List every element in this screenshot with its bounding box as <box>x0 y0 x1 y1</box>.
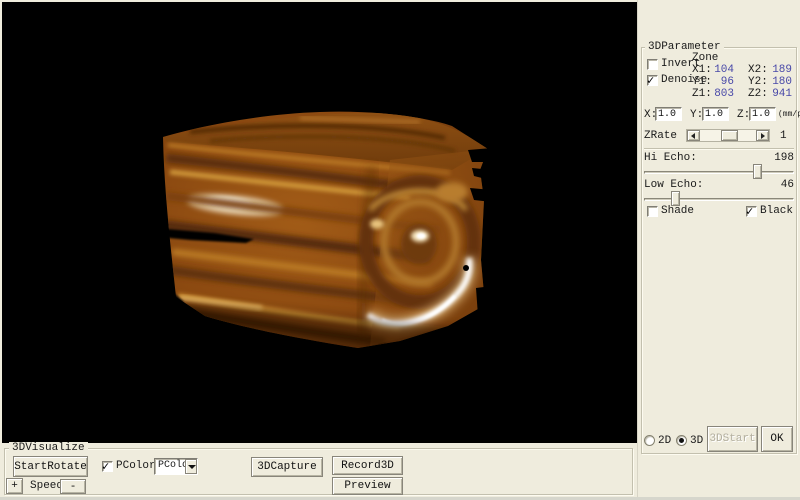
black-label: Black <box>760 205 793 217</box>
pcolor-dropdown-button[interactable] <box>185 459 197 474</box>
arrow-left-icon <box>691 133 695 139</box>
zrate-scrollbar[interactable] <box>686 129 770 142</box>
parameter-panel: 3DParameter Invert Denoise Zone X1: 104 … <box>637 0 800 500</box>
hi-echo-value: 198 <box>754 152 794 164</box>
scale-unit-label: (mm/p) <box>778 110 800 119</box>
application-window: 3DParameter Invert Denoise Zone X1: 104 … <box>0 0 800 500</box>
zrate-left-arrow-button[interactable] <box>687 130 700 141</box>
visualize-panel: 3DVisualize StartRotate + Speed - PColor… <box>0 443 637 497</box>
preview-button[interactable]: Preview <box>332 477 403 495</box>
low-echo-label: Low Echo: <box>644 179 703 191</box>
radio-2d-label: 2D <box>658 435 671 447</box>
zrate-value: 1 <box>780 130 787 142</box>
low-echo-value: 46 <box>754 179 794 191</box>
radio-2d[interactable] <box>644 435 655 446</box>
zone-z2-label: Z2: <box>748 88 768 100</box>
hi-echo-slider[interactable] <box>644 164 794 180</box>
pcolor-label: PColor <box>116 460 156 472</box>
black-checkbox[interactable] <box>746 206 757 217</box>
zone-x2-label: X2: <box>748 64 768 76</box>
speed-plus-button[interactable]: + <box>6 478 23 494</box>
group-title-3dvisualize: 3DVisualize <box>9 442 88 454</box>
ok-button[interactable]: OK <box>761 426 793 452</box>
radio-3d-label: 3D <box>690 435 703 447</box>
zone-x1-label: X1: <box>692 64 712 76</box>
chevron-down-icon <box>188 465 196 469</box>
zone-z1-value: 803 <box>710 88 734 100</box>
zrate-label: ZRate <box>644 130 677 142</box>
zone-title: Zone <box>692 52 718 64</box>
zone-z2-value: 941 <box>768 88 792 100</box>
start-rotate-button[interactable]: StartRotate <box>13 456 88 477</box>
speed-minus-button[interactable]: - <box>60 479 86 494</box>
zone-x2-value: 189 <box>768 64 792 76</box>
low-echo-thumb[interactable] <box>671 191 680 206</box>
invert-checkbox[interactable] <box>647 59 658 70</box>
zone-z1-label: Z1: <box>692 88 712 100</box>
shade-label: Shade <box>661 205 694 217</box>
zrate-right-arrow-button[interactable] <box>756 130 769 141</box>
hi-echo-thumb[interactable] <box>753 164 762 179</box>
low-echo-track <box>644 198 794 201</box>
hi-echo-label: Hi Echo: <box>644 152 697 164</box>
shade-checkbox[interactable] <box>647 206 658 217</box>
hi-echo-track <box>644 171 794 174</box>
3dstart-button[interactable]: 3DStart <box>707 426 758 452</box>
radio-3d[interactable] <box>676 435 687 446</box>
3d-viewport[interactable] <box>2 2 637 443</box>
group-box-3dparameter: 3DParameter Invert Denoise Zone X1: 104 … <box>641 47 797 454</box>
volume-render <box>2 2 637 443</box>
separator-line <box>644 148 794 150</box>
scale-x-input[interactable] <box>655 107 682 121</box>
denoise-checkbox[interactable] <box>647 75 658 86</box>
record-button[interactable]: Record3D <box>332 456 403 475</box>
pcolor-dropdown[interactable]: PColor <box>154 458 198 475</box>
arrow-right-icon <box>761 133 765 139</box>
speed-label: Speed <box>30 480 63 492</box>
group-box-3dvisualize: 3DVisualize StartRotate + Speed - PColor… <box>4 448 633 495</box>
zone-y1-label: Y1: <box>692 76 712 88</box>
capture-button[interactable]: 3DCapture <box>251 457 323 477</box>
zrate-thumb[interactable] <box>721 130 738 141</box>
zone-y1-value: 96 <box>710 76 734 88</box>
zone-y2-value: 180 <box>768 76 792 88</box>
pcolor-checkbox[interactable] <box>102 461 113 472</box>
scale-y-input[interactable] <box>702 107 729 121</box>
scale-z-input[interactable] <box>749 107 776 121</box>
zone-y2-label: Y2: <box>748 76 768 88</box>
zone-x1-value: 104 <box>710 64 734 76</box>
